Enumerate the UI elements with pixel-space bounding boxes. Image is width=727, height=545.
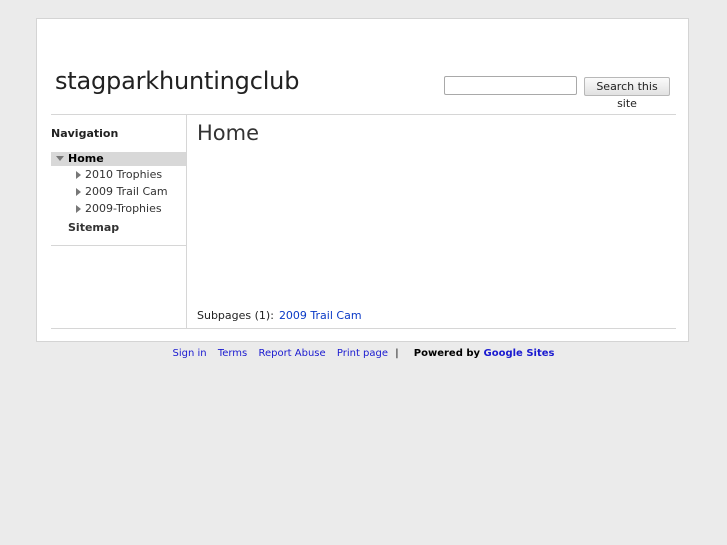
report-abuse-link[interactable]: Report Abuse xyxy=(258,348,325,359)
navigation-heading: Navigation xyxy=(51,127,119,140)
google-sites-link[interactable]: Google Sites xyxy=(484,348,555,359)
sidebar-item-home[interactable]: Home xyxy=(51,152,186,166)
sign-in-link[interactable]: Sign in xyxy=(173,348,207,359)
sidebar-item-2009-trophies[interactable]: 2009-Trophies xyxy=(76,202,162,216)
triangle-right-icon[interactable] xyxy=(76,171,81,179)
powered-by-text: Powered by Google Sites xyxy=(414,348,555,359)
site-title[interactable]: stagparkhuntingclub xyxy=(55,67,299,95)
terms-link[interactable]: Terms xyxy=(218,348,247,359)
triangle-right-icon[interactable] xyxy=(76,188,81,196)
content-bottom-divider xyxy=(51,328,676,329)
triangle-right-icon[interactable] xyxy=(76,205,81,213)
search-input[interactable] xyxy=(444,76,577,95)
search-button[interactable]: Search this site xyxy=(584,77,670,110)
footer-divider: | xyxy=(395,348,399,359)
header-divider xyxy=(51,114,676,115)
print-page-link[interactable]: Print page xyxy=(337,348,388,359)
sidebar-item-2010-trophies[interactable]: 2010 Trophies xyxy=(76,168,162,182)
sidebar-item-label[interactable]: Home xyxy=(68,152,104,166)
sidebar-item-sitemap[interactable]: Sitemap xyxy=(68,221,119,234)
sidebar-divider xyxy=(186,115,187,328)
triangle-down-icon[interactable] xyxy=(56,156,64,161)
site-container: stagparkhuntingclub Search this site Nav… xyxy=(36,18,689,342)
sidebar-item-2009-trail-cam[interactable]: 2009 Trail Cam xyxy=(76,185,168,199)
sidebar-item-label[interactable]: 2009-Trophies xyxy=(85,202,162,215)
subpage-link[interactable]: 2009 Trail Cam xyxy=(279,309,362,322)
sidebar-bottom-divider xyxy=(51,245,186,246)
sidebar-item-label[interactable]: 2009 Trail Cam xyxy=(85,185,168,198)
footer: Sign in Terms Report Abuse Print page | … xyxy=(0,348,727,359)
page-title: Home xyxy=(197,121,260,145)
subpages-list: Subpages (1): 2009 Trail Cam xyxy=(197,309,362,322)
subpages-label: Subpages (1): xyxy=(197,309,274,322)
sidebar-item-label[interactable]: 2010 Trophies xyxy=(85,168,162,181)
powered-by-label: Powered by xyxy=(413,348,481,359)
